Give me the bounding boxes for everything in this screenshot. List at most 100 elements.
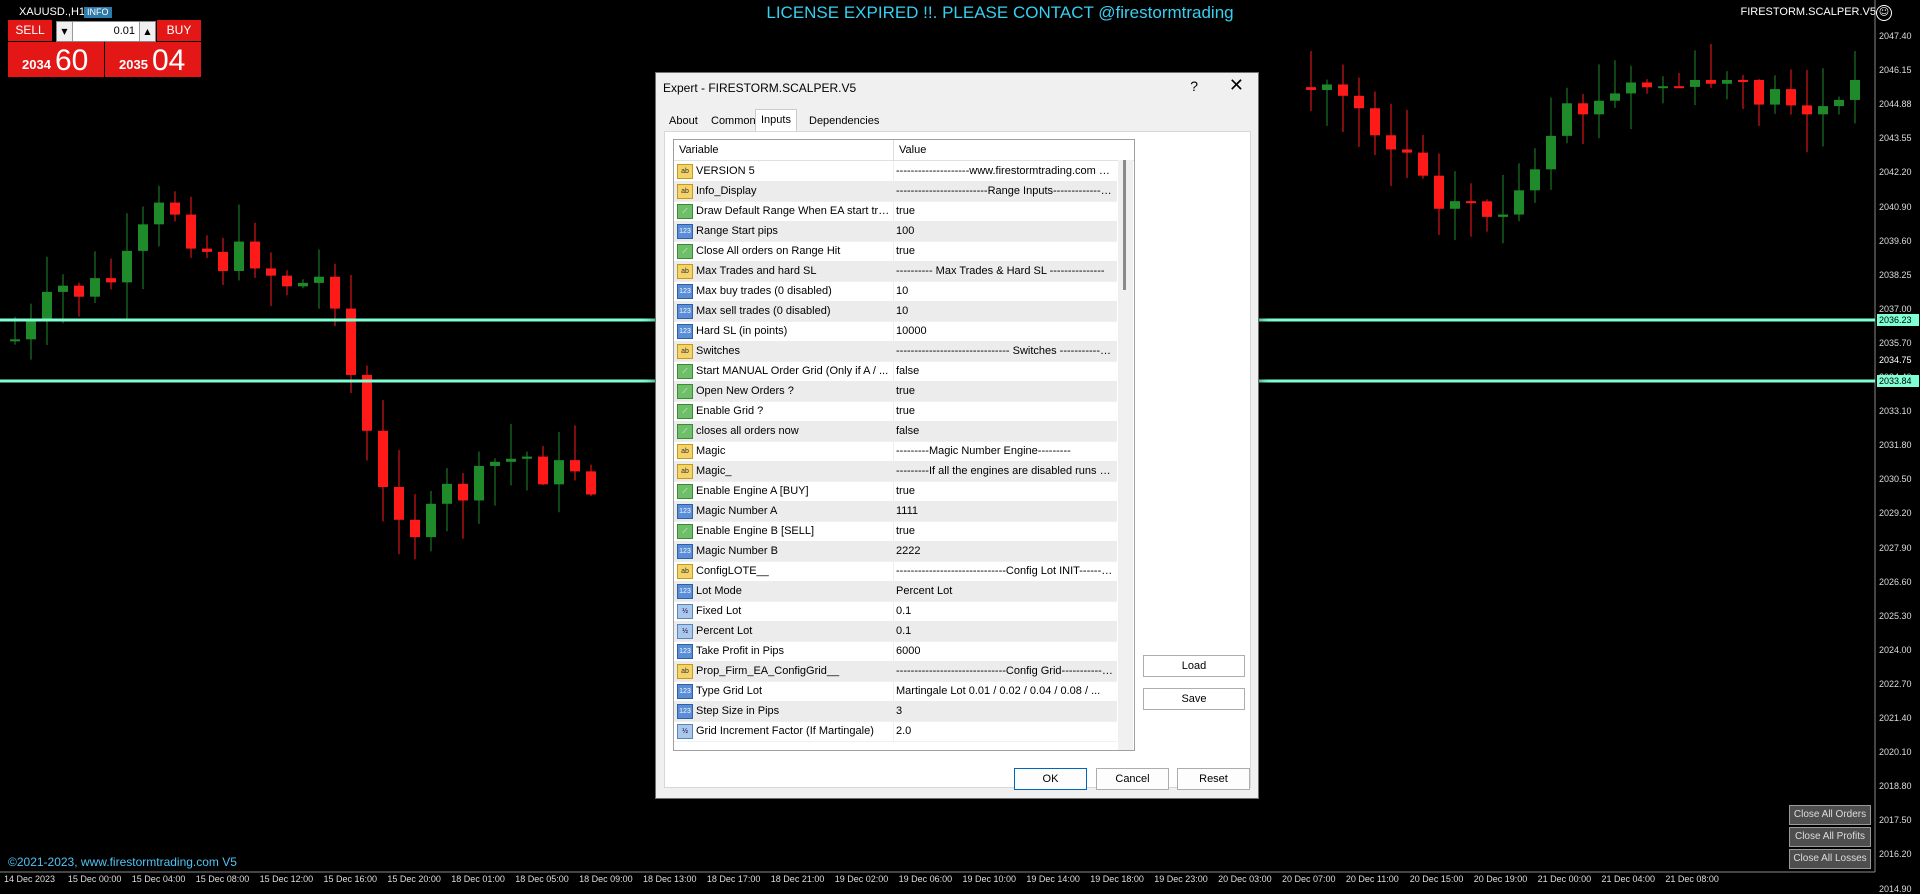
reset-button[interactable]: Reset <box>1177 768 1250 790</box>
input-row[interactable]: ⟋ Enable Grid ? true <box>674 401 1117 422</box>
input-value[interactable]: 0.1 <box>896 601 1114 621</box>
buy-price-box[interactable]: 2035 04 <box>105 42 201 77</box>
price-tick-label: 2024.00 <box>1879 644 1912 655</box>
input-value[interactable]: 100 <box>896 221 1114 241</box>
input-row[interactable]: ab Max Trades and hard SL ---------- Max T… <box>674 261 1117 282</box>
input-row[interactable]: ⟋ Close All orders on Range Hit true <box>674 241 1117 262</box>
input-value[interactable]: true <box>896 381 1114 401</box>
close-icon[interactable]: ✕ <box>1229 75 1244 96</box>
input-value[interactable]: ------------------------------Config Gri… <box>896 661 1114 681</box>
input-value[interactable]: 3 <box>896 701 1114 721</box>
input-row[interactable]: 123 Type Grid Lot Martingale Lot 0.01 / 0.… <box>674 681 1117 702</box>
input-row[interactable]: ½ Fixed Lot 0.1 <box>674 601 1117 622</box>
input-row[interactable]: 123 Step Size in Pips 3 <box>674 701 1117 722</box>
input-row[interactable]: 123 Magic Number A 1111 <box>674 501 1117 522</box>
input-value[interactable]: ---------- Max Trades & Hard SL --------… <box>896 261 1114 281</box>
input-row[interactable]: 123 Magic Number B 2222 <box>674 541 1117 562</box>
input-row[interactable]: ⟋ Enable Engine A [BUY] true <box>674 481 1117 502</box>
input-row[interactable]: ab Info_Display -------------------------R… <box>674 181 1117 202</box>
input-row[interactable]: ⟋ Start MANUAL Order Grid (Only if A / ..… <box>674 361 1117 382</box>
input-value[interactable]: true <box>896 241 1114 261</box>
input-value[interactable]: true <box>896 401 1114 421</box>
cancel-button[interactable]: Cancel <box>1096 768 1169 790</box>
price-axis[interactable]: 2047.40 2046.15 2044.88 2043.55 2042.20 2040.… <box>1875 0 1920 894</box>
buy-button[interactable]: BUY <box>157 20 201 41</box>
input-value[interactable]: ---------Magic Number Engine--------- <box>896 441 1114 461</box>
price-tick-label: 2040.90 <box>1879 201 1912 212</box>
sell-button[interactable]: SELL <box>8 20 52 41</box>
input-value[interactable]: 10 <box>896 301 1114 321</box>
input-row[interactable]: ab Magic ---------Magic Number Engine-----… <box>674 441 1117 462</box>
candle-body <box>1722 80 1732 84</box>
input-row[interactable]: ⟋ Enable Engine B [SELL] true <box>674 521 1117 542</box>
input-value[interactable]: false <box>896 421 1114 441</box>
param-type-int-icon: 123 <box>677 684 693 699</box>
input-value[interactable]: ------------------------------Config Lot… <box>896 561 1114 581</box>
input-value[interactable]: 1111 <box>896 501 1114 521</box>
close-all-orders-button[interactable]: Close All Orders <box>1789 805 1871 825</box>
ok-button[interactable]: OK <box>1014 768 1087 790</box>
input-value[interactable]: 2222 <box>896 541 1114 561</box>
close-all-profits-button[interactable]: Close All Profits <box>1789 827 1871 847</box>
column-header-value[interactable]: Value <box>899 140 926 160</box>
input-value[interactable]: true <box>896 521 1114 541</box>
sell-price-box[interactable]: 2034 60 <box>8 42 104 77</box>
input-value[interactable]: true <box>896 201 1114 221</box>
input-row[interactable]: ⟋ Open New Orders ? true <box>674 381 1117 402</box>
help-icon[interactable]: ? <box>1190 78 1198 94</box>
input-value[interactable]: -------------------------Range Inputs---… <box>896 181 1114 201</box>
price-tick-label: 2021.40 <box>1879 713 1912 723</box>
input-row[interactable]: 123 Max buy trades (0 disabled) 10 <box>674 281 1117 302</box>
input-row[interactable]: 123 Take Profit in Pips 6000 <box>674 641 1117 662</box>
input-row[interactable]: 123 Range Start pips 100 <box>674 221 1117 242</box>
param-type-int-icon: 123 <box>677 224 693 239</box>
input-value[interactable]: Martingale Lot 0.01 / 0.02 / 0.04 / 0.08… <box>896 681 1114 701</box>
lot-size-stepper[interactable]: ▼ ▲ <box>56 21 156 42</box>
input-value[interactable]: ---------If all the engines are disabled… <box>896 461 1114 481</box>
grid-scrollbar[interactable] <box>1118 160 1133 750</box>
lot-size-input[interactable] <box>75 23 135 38</box>
input-row[interactable]: 123 Lot Mode Percent Lot <box>674 581 1117 602</box>
candle-body <box>1690 80 1700 87</box>
input-row[interactable]: ⟋ closes all orders now false <box>674 421 1117 442</box>
scrollbar-thumb[interactable] <box>1123 160 1126 290</box>
input-value[interactable]: Percent Lot <box>896 581 1114 601</box>
tab-common[interactable]: Common <box>706 111 761 131</box>
input-row[interactable]: ⟋ Draw Default Range When EA start tra...… <box>674 201 1117 222</box>
input-variable: Open New Orders ? <box>696 385 794 397</box>
lot-decrease-icon[interactable]: ▼ <box>57 22 73 41</box>
load-button[interactable]: Load <box>1143 655 1245 677</box>
column-header-variable[interactable]: Variable <box>679 140 719 160</box>
param-type-int-icon: 123 <box>677 644 693 659</box>
input-row[interactable]: ab Prop_Firm_EA_ConfigGrid__ -------------… <box>674 661 1117 682</box>
input-value[interactable]: ------------------------------- Switches… <box>896 341 1114 361</box>
param-type-ab-icon: ab <box>677 664 693 679</box>
candle-body <box>1850 80 1860 100</box>
lot-increase-icon[interactable]: ▲ <box>139 22 155 41</box>
tab-inputs[interactable]: Inputs <box>755 109 797 132</box>
input-value[interactable]: 2.0 <box>896 721 1114 741</box>
input-value[interactable]: 0.1 <box>896 621 1114 641</box>
input-row[interactable]: 123 Max sell trades (0 disabled) 10 <box>674 301 1117 322</box>
close-all-losses-button[interactable]: Close All Losses <box>1789 849 1871 869</box>
input-value[interactable]: --------------------www.firestormtrading… <box>896 161 1114 181</box>
info-badge[interactable]: INFO <box>84 7 112 18</box>
input-value[interactable]: true <box>896 481 1114 501</box>
price-tick-label: 2016.20 <box>1879 849 1912 860</box>
input-row[interactable]: ½ Grid Increment Factor (If Martingale) 2.… <box>674 721 1117 742</box>
input-row[interactable]: ab ConfigLOTE__ --------------------------… <box>674 561 1117 582</box>
input-row[interactable]: ab Magic_ ---------If all the engines are … <box>674 461 1117 482</box>
input-row[interactable]: 123 Hard SL (in points) 10000 <box>674 321 1117 342</box>
input-row[interactable]: ½ Percent Lot 0.1 <box>674 621 1117 642</box>
tab-dependencies[interactable]: Dependencies <box>804 111 884 131</box>
input-value[interactable]: 10 <box>896 281 1114 301</box>
input-value[interactable]: 10000 <box>896 321 1114 341</box>
input-value[interactable]: false <box>896 361 1114 381</box>
tab-about[interactable]: About <box>664 111 703 131</box>
input-value[interactable]: 6000 <box>896 641 1114 661</box>
input-row[interactable]: ab VERSION 5 --------------------www.fires… <box>674 161 1117 182</box>
license-banner: LICENSE EXPIRED !!. PLEASE CONTACT @fire… <box>766 3 1234 22</box>
input-row[interactable]: ab Switches ------------------------------… <box>674 341 1117 362</box>
sell-price-pips: 60 <box>55 44 89 77</box>
save-button[interactable]: Save <box>1143 688 1245 710</box>
